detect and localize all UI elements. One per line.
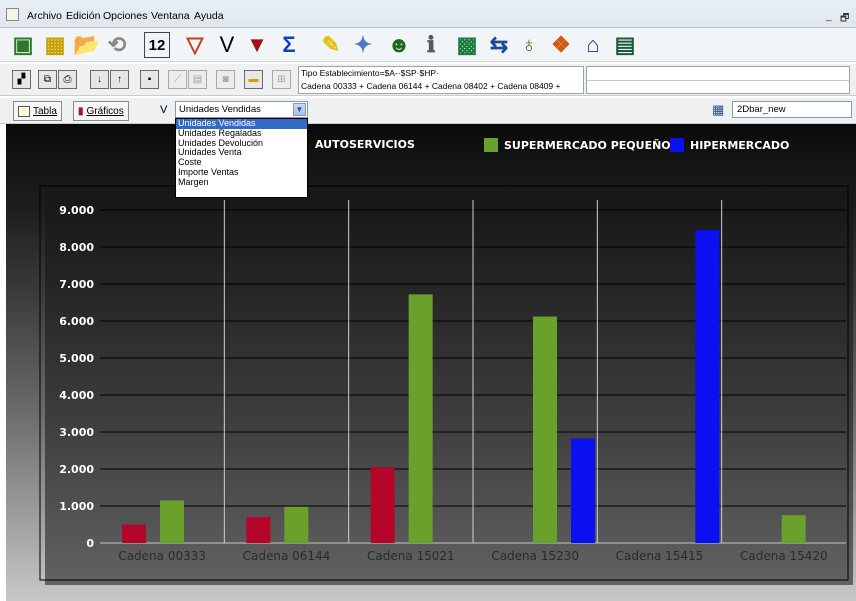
legend-hipermercado-swatch	[670, 138, 684, 152]
tab-tabla-label: Tabla	[33, 105, 57, 117]
filter-icon[interactable]: ▽	[180, 30, 210, 60]
y-tick-label: 3.000	[59, 426, 94, 439]
chart-area: 0 1.000 2.000 3.000 4.000 5.000 6.000 7.000 8.00…	[6, 124, 856, 601]
y-tick-label: 5.000	[59, 352, 94, 365]
edit-icon[interactable]: ▤	[188, 70, 207, 89]
graph-icon[interactable]: ⟋	[168, 70, 187, 89]
y-tick-label: 7.000	[59, 278, 94, 291]
wand-icon[interactable]: ✦	[348, 30, 378, 60]
filter-extra	[586, 66, 850, 94]
template-icon[interactable]: ▦	[712, 102, 724, 118]
v-icon[interactable]: V	[212, 30, 242, 60]
filter-display: Tipo Establecimiento=$A-·$SP·$HP· Cadena…	[298, 66, 584, 94]
minimize-button[interactable]: _	[826, 11, 832, 22]
y-tick-label: 1.000	[59, 500, 94, 513]
colors-cube-icon[interactable]: ❖	[546, 30, 576, 60]
table-icon	[18, 105, 30, 117]
bar-autoservicios	[122, 524, 146, 543]
numbering-icon[interactable]: 12	[144, 32, 170, 58]
bar-hipermercado	[571, 438, 595, 543]
bar-autoservicios	[370, 467, 395, 543]
x-tick-label: Cadena 06144	[243, 549, 331, 563]
sigma-icon[interactable]: Σ	[274, 30, 304, 60]
bar-supermercado-pequeño	[160, 500, 184, 543]
chevron-down-icon[interactable]: ▼	[293, 103, 306, 116]
x-tick-label: Cadena 15230	[491, 549, 579, 563]
legend-autoservicios: AUTOSERVICIOS	[315, 138, 415, 151]
print-icon[interactable]: ⎙	[58, 70, 77, 89]
money-bag-icon[interactable]: ♁	[514, 30, 544, 60]
bar-supermercado-pequeño	[781, 515, 806, 543]
legend-supermercado-label: SUPERMERCADO PEQUEÑO	[504, 138, 671, 152]
y-tick-label: 9.000	[59, 204, 94, 217]
filter-line-1: Tipo Establecimiento=$A-·$SP·$HP·	[301, 68, 439, 78]
x-tick-label: Cadena 15420	[740, 549, 828, 563]
bar-supermercado-pequeño	[284, 506, 309, 543]
x-tick-label: Cadena 00333	[118, 549, 206, 563]
menu-opciones[interactable]: Opciones	[103, 10, 147, 22]
filter-line-2: Cadena 00333 + Cadena 06144 + Cadena 084…	[301, 81, 561, 91]
export-icon[interactable]: ▩	[452, 30, 482, 60]
user-icon[interactable]: ☻	[384, 30, 414, 60]
tab-tabla[interactable]: Tabla	[13, 101, 62, 121]
legend-hipermercado-label: HIPERMERCADO	[690, 138, 790, 152]
red-filter-icon[interactable]: ▼	[242, 30, 272, 60]
menu-ayuda[interactable]: Ayuda	[194, 10, 224, 22]
note-icon[interactable]: ▬	[244, 70, 263, 89]
house-icon[interactable]: ⌂	[578, 30, 608, 60]
x-tick-label: Cadena 15415	[616, 549, 704, 563]
menu-ventana[interactable]: Ventana	[151, 10, 190, 22]
photo-icon[interactable]: ◙	[216, 70, 235, 89]
template-name-field[interactable]: 2Dbar_new	[732, 101, 852, 118]
legend-autoservicios-label: AUTOSERVICIOS	[315, 138, 415, 151]
tab-graficos-label: Gráficos	[86, 105, 124, 117]
measure-value: Unidades Vendidas	[179, 104, 261, 115]
restore-button[interactable]: 🗗	[840, 11, 849, 28]
bar-supermercado-pequeño	[408, 294, 433, 543]
tab-graficos[interactable]: ▮ Gráficos	[73, 101, 129, 121]
y-tick-label: 0	[86, 537, 94, 550]
report-icon[interactable]: ▞	[12, 70, 31, 89]
x-tick-label: Cadena 15021	[367, 549, 455, 563]
app-icon	[6, 8, 19, 21]
open-cube-icon[interactable]: ▦	[40, 30, 70, 60]
sort-asc-icon[interactable]: ↓	[90, 70, 109, 89]
save-icon[interactable]: ▪	[140, 70, 159, 89]
y-tick-label: 2.000	[59, 463, 94, 476]
menu-bar: Archivo Edición Opciones Ventana Ayuda _…	[0, 0, 856, 28]
swap-icon[interactable]: ⇆	[484, 30, 514, 60]
info-icon[interactable]: ℹ	[416, 30, 446, 60]
open-folder-icon[interactable]: 📂	[72, 30, 102, 60]
measure-select[interactable]: Unidades Vendidas ▼	[175, 101, 308, 118]
bar-supermercado-pequeño	[533, 316, 557, 543]
calendar-icon[interactable]: ▤	[610, 30, 640, 60]
bar-autoservicios	[246, 517, 271, 543]
new-report-icon[interactable]: ▣	[8, 30, 38, 60]
y-tick-label: 6.000	[59, 315, 94, 328]
y-tick-label: 8.000	[59, 241, 94, 254]
menu-edicion[interactable]: Edición	[66, 10, 100, 22]
measure-dropdown-list: Unidades Vendidas Unidades Regaladas Unida…	[175, 118, 308, 198]
measure-option[interactable]: Margen	[176, 177, 307, 188]
view-toolbar: Tabla ▮ Gráficos V ▦	[0, 98, 856, 124]
bar-chart: 0 1.000 2.000 3.000 4.000 5.000 6.000 7.000 8.00…	[39, 185, 853, 585]
refresh-icon[interactable]: ⟲	[102, 30, 132, 60]
menu-archivo[interactable]: Archivo	[27, 10, 62, 22]
legend-supermercado: SUPERMERCADO PEQUEÑO	[484, 138, 671, 152]
chart-icon: ▮	[78, 105, 84, 117]
sort-desc-icon[interactable]: ↑	[110, 70, 129, 89]
measure-label: V	[160, 104, 168, 116]
copy-icon[interactable]: ⧉	[38, 70, 57, 89]
bar-hipermercado	[695, 229, 720, 543]
legend-supermercado-swatch	[484, 138, 498, 152]
layout-icon[interactable]: ⊞	[272, 70, 291, 89]
pencil-icon[interactable]: ✎	[316, 30, 346, 60]
main-toolbar: ▣ ▦ 📂 ⟲ 12 ▽ V ▼ Σ ✎ ✦ ☻ ℹ ▩ ⇆ ♁ ❖ ⌂ ▤	[0, 28, 856, 62]
y-tick-label: 4.000	[59, 389, 94, 402]
legend-hipermercado: HIPERMERCADO	[670, 138, 789, 152]
